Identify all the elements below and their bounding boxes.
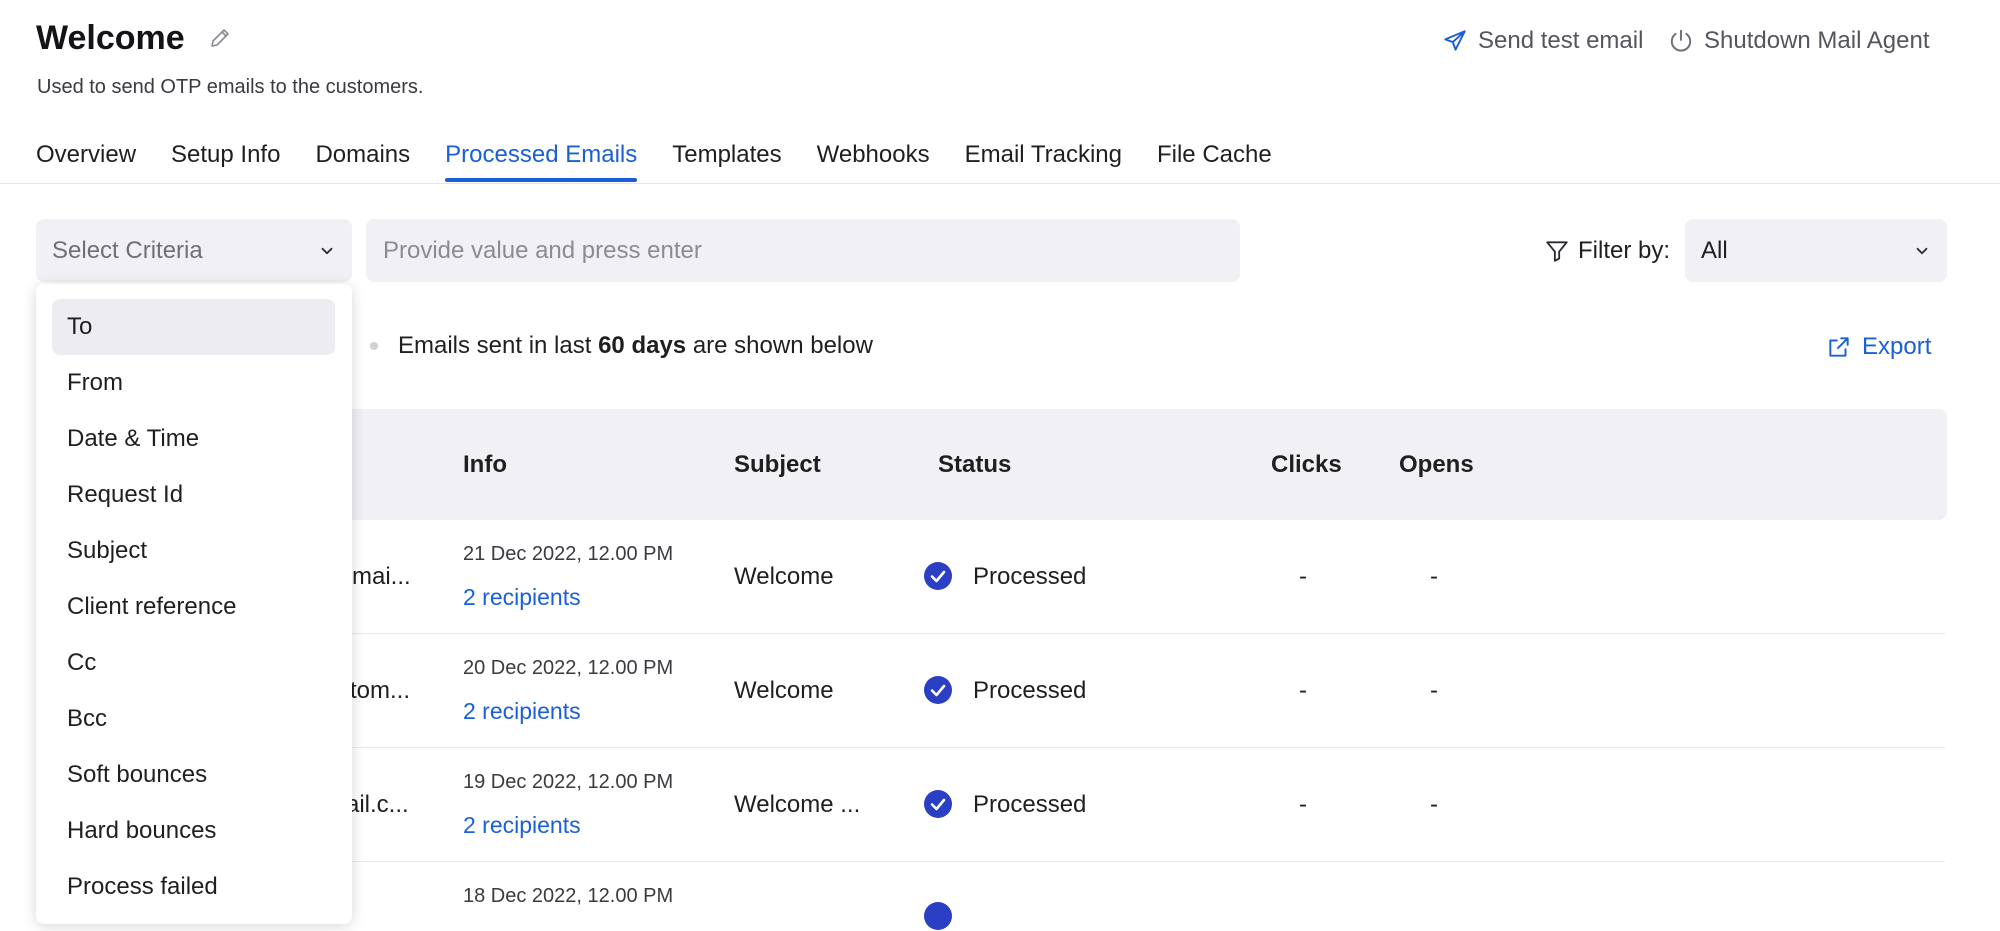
tab-processed-emails[interactable]: Processed Emails xyxy=(445,138,638,182)
tab-overview[interactable]: Overview xyxy=(36,138,136,182)
column-header-info: Info xyxy=(463,451,507,478)
row-4-date: 18 Dec 2022, 12.00 PM xyxy=(463,885,674,907)
criteria-option-bcc[interactable]: Bcc xyxy=(52,691,335,747)
criteria-option-soft-bounces[interactable]: Soft bounces xyxy=(52,747,335,803)
power-icon xyxy=(1670,29,1692,52)
row-2-recipients-link[interactable]: 2 recipients xyxy=(463,696,581,726)
row-1-subject: Welcome xyxy=(734,563,834,590)
column-header-subject: Subject xyxy=(734,451,821,478)
row-1-opens: - xyxy=(1430,563,1438,590)
check-circle-icon xyxy=(924,562,952,590)
check-circle-icon xyxy=(924,902,952,930)
check-circle-icon xyxy=(924,790,952,818)
row-1-to[interactable]: mai... xyxy=(352,562,411,592)
tab-setup-info[interactable]: Setup Info xyxy=(171,138,280,182)
row-1-status: Processed xyxy=(973,563,1087,590)
row-3-to[interactable]: ail.c... xyxy=(346,790,409,820)
tab-webhooks[interactable]: Webhooks xyxy=(817,138,930,182)
criteria-option-hard-bounces[interactable]: Hard bounces xyxy=(52,803,335,859)
row-3-recipients-link[interactable]: 2 recipients xyxy=(463,810,581,840)
row-3-date: 19 Dec 2022, 12.00 PM xyxy=(463,771,674,793)
send-test-email-label: Send test email xyxy=(1478,27,1644,54)
send-test-email-button[interactable]: Send test email xyxy=(1442,22,1643,60)
filter-by-label-group: Filter by: xyxy=(1544,219,1670,282)
shutdown-mail-agent-button[interactable]: Shutdown Mail Agent xyxy=(1668,22,1929,60)
criteria-option-date-time[interactable]: Date & Time xyxy=(52,411,335,467)
row-3-status: Processed xyxy=(973,791,1087,818)
export-label: Export xyxy=(1862,333,1932,360)
page-title: Welcome xyxy=(36,19,185,57)
info-days: 60 days xyxy=(598,332,687,359)
criteria-option-to[interactable]: To xyxy=(52,299,335,355)
criteria-option-cc[interactable]: Cc xyxy=(52,635,335,691)
tab-email-tracking[interactable]: Email Tracking xyxy=(965,138,1122,182)
criteria-option-process-failed[interactable]: Process failed xyxy=(52,859,335,915)
filter-by-select[interactable]: All xyxy=(1685,219,1947,282)
filter-by-label: Filter by: xyxy=(1578,236,1671,264)
row-3-opens: - xyxy=(1430,791,1438,818)
row-3-clicks: - xyxy=(1299,791,1307,818)
criteria-option-from[interactable]: From xyxy=(52,355,335,411)
criteria-value-input[interactable] xyxy=(366,219,1240,282)
row-1-date: 21 Dec 2022, 12.00 PM xyxy=(463,543,674,565)
select-criteria-placeholder: Select Criteria xyxy=(52,236,203,264)
column-header-opens: Opens xyxy=(1399,451,1474,478)
criteria-option-request-id[interactable]: Request Id xyxy=(52,467,335,523)
row-1-recipients-link[interactable]: 2 recipients xyxy=(463,582,581,612)
export-icon xyxy=(1829,337,1849,357)
chevron-down-icon xyxy=(1916,247,1928,254)
tab-bar: Overview Setup Info Domains Processed Em… xyxy=(36,138,1307,182)
info-suffix: are shown below xyxy=(692,332,873,359)
pencil-edit-icon[interactable] xyxy=(208,26,232,50)
tab-templates[interactable]: Templates xyxy=(672,138,781,182)
tabs-divider xyxy=(0,183,2000,184)
page-subtitle: Used to send OTP emails to the customers… xyxy=(37,76,424,98)
paper-plane-icon xyxy=(1444,30,1466,51)
row-3-subject: Welcome ... xyxy=(734,791,861,818)
chevron-down-icon xyxy=(321,247,333,254)
shutdown-mail-agent-label: Shutdown Mail Agent xyxy=(1704,27,1930,54)
funnel-filter-icon xyxy=(1546,240,1568,262)
row-1-clicks: - xyxy=(1299,563,1307,590)
export-button[interactable]: Export xyxy=(1826,330,1931,364)
info-prefix: Emails sent in last xyxy=(398,332,592,359)
column-header-status: Status xyxy=(938,451,1012,478)
column-header-clicks: Clicks xyxy=(1271,451,1342,478)
filter-by-value: All xyxy=(1701,236,1728,264)
row-2-to[interactable]: tom... xyxy=(350,676,410,706)
separator-dot xyxy=(370,342,378,350)
row-2-subject: Welcome xyxy=(734,677,834,704)
tab-file-cache[interactable]: File Cache xyxy=(1157,138,1272,182)
row-2-status: Processed xyxy=(973,677,1087,704)
criteria-option-client-reference[interactable]: Client reference xyxy=(52,579,335,635)
check-circle-icon xyxy=(924,676,952,704)
criteria-dropdown-menu: To From Date & Time Request Id Subject C… xyxy=(36,284,352,924)
tab-domains[interactable]: Domains xyxy=(315,138,410,182)
row-2-clicks: - xyxy=(1299,677,1307,704)
criteria-option-subject[interactable]: Subject xyxy=(52,523,335,579)
row-2-date: 20 Dec 2022, 12.00 PM xyxy=(463,657,674,679)
select-criteria-dropdown[interactable]: Select Criteria xyxy=(36,219,352,282)
emails-shown-info: Emails sent in last 60 days are shown be… xyxy=(398,330,873,362)
row-2-opens: - xyxy=(1430,677,1438,704)
